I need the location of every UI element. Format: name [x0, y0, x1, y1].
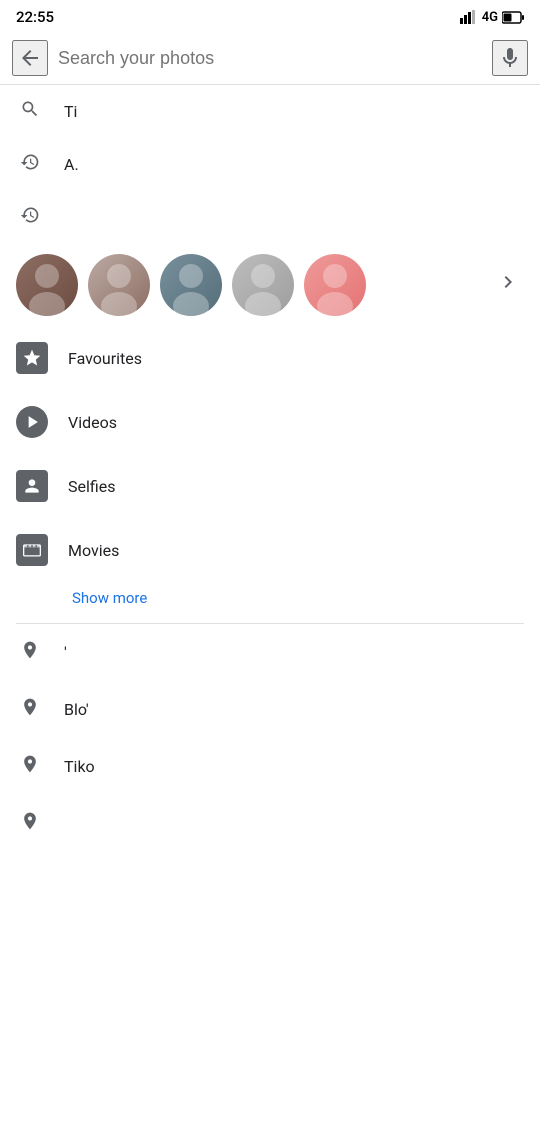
videos-label: Videos [68, 413, 117, 432]
avatar-5[interactable] [304, 254, 366, 316]
selfies-icon [16, 470, 48, 502]
suggestion-row-3[interactable] [0, 191, 540, 244]
location-text-2: Blo' [64, 700, 89, 719]
voice-search-button[interactable] [492, 40, 528, 76]
avatar-3[interactable] [160, 254, 222, 316]
search-input[interactable] [58, 48, 482, 69]
location-pin-icon-4 [16, 811, 44, 836]
suggestion-row-2[interactable]: A. [0, 138, 540, 191]
network-type: 4G [482, 10, 498, 25]
location-row-4[interactable] [0, 795, 540, 852]
avatar-2[interactable] [88, 254, 150, 316]
location-pin-icon-1 [16, 640, 44, 665]
signal-icon [460, 10, 478, 24]
avatar-1[interactable] [16, 254, 78, 316]
location-text-1: ' [64, 643, 67, 662]
history-icon-1 [16, 152, 44, 177]
battery-icon [502, 11, 524, 24]
favourites-row[interactable]: Favourites [0, 326, 540, 390]
location-pin-icon-3 [16, 754, 44, 779]
location-pin-icon-2 [16, 697, 44, 722]
favourites-label: Favourites [68, 349, 142, 368]
avatar-4[interactable] [232, 254, 294, 316]
selfies-row[interactable]: Selfies [0, 454, 540, 518]
status-time: 22:55 [16, 8, 54, 26]
search-icon-1 [16, 99, 44, 124]
suggestion-text-1: Ti [64, 102, 77, 121]
status-icons: 4G [460, 10, 524, 25]
videos-row[interactable]: Videos [0, 390, 540, 454]
show-more-button[interactable]: Show more [72, 589, 147, 607]
see-all-people-arrow[interactable] [492, 266, 524, 304]
movies-row[interactable]: Movies [0, 518, 540, 582]
suggestion-text-2: A. [64, 155, 79, 174]
search-input-wrapper [58, 48, 482, 69]
back-button[interactable] [12, 40, 48, 76]
search-bar [0, 32, 540, 85]
people-avatars [16, 254, 480, 316]
movies-icon [16, 534, 48, 566]
location-row-1[interactable]: ' [0, 624, 540, 681]
show-more-row: Show more [0, 582, 540, 623]
selfies-label: Selfies [68, 477, 115, 496]
status-bar: 22:55 4G [0, 0, 540, 32]
location-row-2[interactable]: Blo' [0, 681, 540, 738]
videos-icon [16, 406, 48, 438]
favourites-icon [16, 342, 48, 374]
people-row [0, 244, 540, 326]
movies-label: Movies [68, 541, 119, 560]
history-icon-2 [16, 205, 44, 230]
location-text-3: Tiko [64, 757, 95, 776]
location-row-3[interactable]: Tiko [0, 738, 540, 795]
suggestion-row-1[interactable]: Ti [0, 85, 540, 138]
